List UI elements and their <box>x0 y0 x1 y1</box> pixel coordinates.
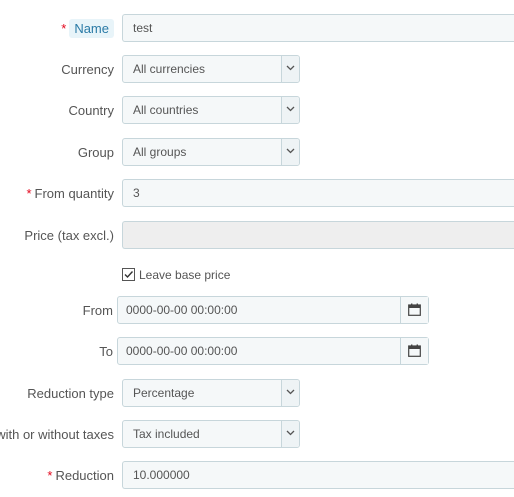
name-input[interactable]: test <box>122 14 514 42</box>
from-quantity-label-text: From quantity <box>34 186 114 201</box>
from-quantity-input[interactable]: 3 <box>122 179 514 207</box>
group-select-value: All groups <box>133 145 187 159</box>
chevron-down-icon <box>281 421 299 447</box>
reduction-tax-label: with or without taxes <box>0 427 114 442</box>
to-date-input[interactable]: 0000-00-00 00:00:00 <box>117 337 429 365</box>
reduction-type-label: Reduction type <box>27 386 114 401</box>
chevron-down-icon <box>281 380 299 406</box>
price-input[interactable] <box>122 221 514 249</box>
country-select-value: All countries <box>133 103 199 117</box>
calendar-icon <box>408 344 421 357</box>
currency-select[interactable]: All currencies <box>122 55 300 83</box>
country-select[interactable]: All countries <box>122 96 300 124</box>
group-select[interactable]: All groups <box>122 138 300 166</box>
reduction-label: * Reduction <box>47 468 114 483</box>
currency-label: Currency <box>61 62 114 77</box>
chevron-down-icon <box>281 97 299 123</box>
group-label: Group <box>77 145 114 160</box>
from-date-calendar-button[interactable] <box>400 297 428 323</box>
to-date-calendar-button[interactable] <box>400 338 428 364</box>
specific-price-form: * Name test Currency All currencies Count… <box>0 0 514 497</box>
reduction-type-value: Percentage <box>133 386 195 400</box>
required-mark: * <box>47 468 53 483</box>
name-label: * Name <box>61 19 114 38</box>
country-label: Country <box>68 103 114 118</box>
reduction-input[interactable]: 10.000000 <box>122 461 514 489</box>
reduction-label-text: Reduction <box>55 468 114 483</box>
reduction-tax-value: Tax included <box>133 427 200 441</box>
to-date-value: 0000-00-00 00:00:00 <box>126 344 238 358</box>
from-quantity-label: * From quantity <box>26 186 114 201</box>
from-date-label: From <box>82 303 113 318</box>
name-label-text: Name <box>69 19 114 38</box>
to-date-label: To <box>99 344 113 359</box>
from-date-value: 0000-00-00 00:00:00 <box>126 303 238 317</box>
reduction-type-select[interactable]: Percentage <box>122 379 300 407</box>
leave-base-price-row[interactable]: Leave base price <box>122 267 230 283</box>
reduction-tax-select[interactable]: Tax included <box>122 420 300 448</box>
from-date-input[interactable]: 0000-00-00 00:00:00 <box>117 296 429 324</box>
chevron-down-icon <box>281 139 299 165</box>
leave-base-price-checkbox[interactable] <box>122 268 135 281</box>
calendar-icon <box>408 303 421 316</box>
required-mark: * <box>61 21 67 36</box>
leave-base-price-label: Leave base price <box>139 268 231 282</box>
price-label: Price (tax excl.) <box>24 228 114 243</box>
chevron-down-icon <box>281 56 299 82</box>
required-mark: * <box>26 186 32 201</box>
currency-select-value: All currencies <box>133 62 206 76</box>
